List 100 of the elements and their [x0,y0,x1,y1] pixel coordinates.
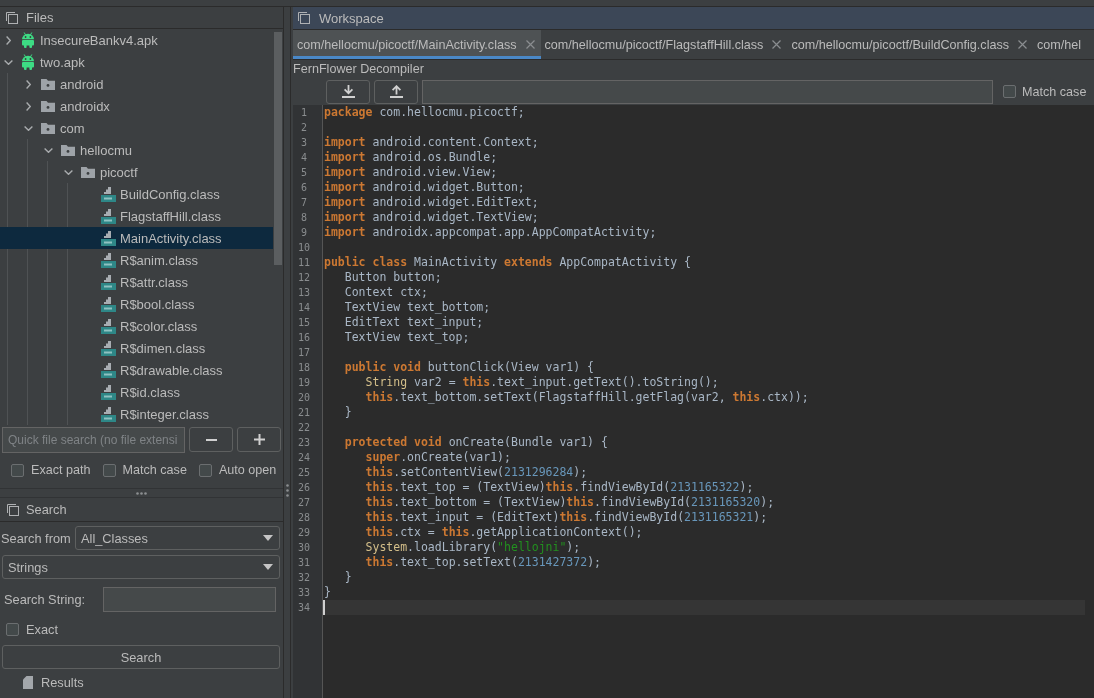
line-number: 18 [297,362,310,373]
upload-button[interactable] [374,79,418,104]
checkbox[interactable] [6,622,19,636]
code-line: this.setContentView(2131296284); [364,465,588,480]
line-number: 22 [297,422,310,433]
line-number: 16 [297,332,310,343]
line-number: 12 [297,272,310,283]
editor-tab[interactable]: com/hellocmu/picoctf/FlagstaffHill.class [540,30,788,59]
robot-icon [21,54,35,70]
chevron-down-icon[interactable] [24,125,33,131]
line-number: 4 [301,152,307,163]
chevron-right-icon[interactable] [26,79,31,89]
code-line: Context ctx; [343,285,428,300]
line-number: 8 [301,212,307,223]
grip-dots-icon[interactable] [285,484,289,497]
folder-icon [61,144,75,156]
chevron-down-icon[interactable] [64,169,73,175]
find-field[interactable] [422,79,993,104]
caret-icon [263,564,273,570]
code-line: public void buttonClick(View var1) { [343,360,595,375]
dropdown[interactable]: All_Classes [75,526,280,550]
checkbox-label: Exact [26,621,58,637]
code-line: super.onCreate(var1); [364,450,511,465]
grip-dots-icon[interactable] [136,491,147,495]
line-number: 15 [297,317,310,328]
line-number: 27 [297,497,310,508]
checkbox-label: Match case [1022,84,1087,99]
line-number: 34 [297,602,310,613]
chevron-down-icon[interactable] [44,147,53,153]
checkbox[interactable] [11,463,24,477]
close-icon[interactable] [1018,40,1028,49]
dropdown[interactable]: Strings [2,555,280,579]
line-number: 1 [301,107,307,118]
editor-tab[interactable]: com/hel [1033,30,1088,59]
editor-tab[interactable]: com/hellocmu/picoctf/MainActivity.class [293,30,541,59]
class-file-icon [100,318,116,334]
code-line: String var2 = this.text_input.getText().toString(); [364,375,719,390]
code-line: this.text_bottom = (TextView)this.findViewById(2131165320); [364,495,775,510]
line-number: 10 [297,242,310,253]
line-number: 2 [301,122,307,133]
search-button[interactable]: Search [2,645,280,669]
panel-icon [7,503,19,516]
line-number: 9 [301,227,307,238]
tree-item[interactable]: two.apk [0,51,273,73]
editor-tab[interactable]: com/hellocmu/picoctf/BuildConfig.class [787,30,1034,59]
code-line: this.text_bottom.setText(FlagstaffHill.getFlag(var2, this.ctx)); [364,390,809,405]
line-number: 17 [297,347,310,358]
plus-button[interactable] [237,427,281,452]
panel-icon [298,12,310,24]
class-file-icon [100,274,116,290]
code-line: this.text_top = (TextView)this.findViewById(2131165322); [364,480,754,495]
tree-item[interactable]: MainActivity.class [0,227,273,249]
quick-search-field[interactable]: Quick file search (no file extensi [2,427,185,453]
download-icon [341,85,355,98]
code-line: package com.hellocmu.picoctf; [324,105,525,120]
plus-icon [253,434,265,445]
field-label: Search String: [4,591,86,607]
checkbox[interactable] [102,463,116,477]
close-icon[interactable] [525,40,535,49]
class-file-icon [100,296,116,312]
code-line: this.ctx = this.getApplicationContext(); [364,525,643,540]
class-file-icon [100,340,116,356]
code-line: import androidx.appcompat.app.AppCompatActivity; [324,225,657,240]
panel-title: Workspace [319,10,384,26]
search-string-field[interactable] [103,586,276,612]
chevron-down-icon[interactable] [4,59,13,65]
folder-icon [81,166,95,178]
line-number: 25 [297,467,310,478]
class-file-icon [100,252,116,268]
caret-icon [263,535,273,541]
tree-item[interactable]: InsecureBankv4.apk [0,29,273,51]
class-file-icon [100,186,116,202]
line-number: 32 [297,572,310,583]
line-number: 19 [297,377,310,388]
checkbox[interactable] [198,463,212,477]
panel-title: Files [26,10,54,25]
class-file-icon [100,208,116,224]
chevron-right-icon[interactable] [26,101,31,111]
code-line: EditText text_input; [343,315,484,330]
chevron-right-icon[interactable] [6,35,11,45]
upload-icon [389,85,403,98]
line-number: 20 [297,392,310,403]
line-number: 28 [297,512,310,523]
scrollbar-thumb[interactable] [274,32,282,265]
checkbox[interactable] [1003,85,1016,98]
line-number: 7 [301,197,307,208]
code-line: public class MainActivity extends AppCompatActivity { [324,255,691,270]
code-line: import android.content.Context; [324,135,539,150]
class-file-icon [100,230,116,246]
class-file-icon [100,384,116,400]
robot-icon [21,32,35,48]
minus-icon [205,438,217,441]
code-line: } [324,585,331,600]
code-line: Button button; [343,270,442,285]
close-icon[interactable] [772,40,782,49]
download-button[interactable] [326,79,370,104]
panel-title: Search [26,502,67,517]
code-line: import android.widget.EditText; [324,195,539,210]
text-cursor-icon [323,600,325,615]
field-label: Search from [1,530,71,546]
